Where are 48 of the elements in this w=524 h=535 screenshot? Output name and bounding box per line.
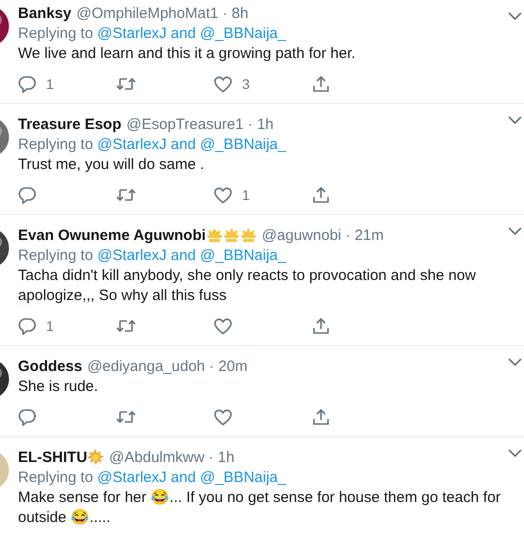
author-name[interactable]: Treasure Esop — [18, 116, 122, 132]
chevron-down-icon[interactable] — [508, 116, 522, 125]
chevron-down-icon[interactable] — [508, 12, 522, 21]
retweet-icon[interactable] — [116, 186, 136, 204]
share-icon[interactable] — [312, 186, 330, 204]
heart-icon[interactable] — [214, 408, 232, 426]
tweet-text: Make sense for her 😂... If you no get sense for house them go teach for outside 😂..... — [18, 488, 502, 528]
reply-count: 1 — [46, 76, 54, 92]
crown-icon — [206, 227, 223, 243]
share-icon[interactable] — [312, 317, 330, 335]
retweet-icon[interactable] — [116, 75, 136, 93]
handle-and-time: @OmphileMphoMat1 · 8h — [76, 4, 248, 22]
share-icon[interactable] — [312, 408, 330, 426]
chevron-down-icon[interactable] — [508, 449, 522, 458]
heart-icon[interactable] — [214, 318, 232, 334]
reply-icon[interactable] — [18, 75, 36, 93]
like-count: 3 — [242, 76, 250, 92]
reply-count: 1 — [46, 318, 54, 334]
crown-icon — [222, 227, 240, 243]
replying-label: Replying to — [18, 25, 94, 42]
author-name[interactable]: Banksy — [18, 4, 72, 22]
author-name[interactable]: EL-SHITU — [18, 448, 88, 466]
replying-label: Replying to — [18, 469, 94, 486]
retweet-icon[interactable] — [116, 408, 136, 426]
handle-and-time: @aguwnobi · 21m — [262, 226, 384, 244]
tweet-text: Tacha didn't kill anybody, she only reacts to provocation and she now apologize,,, So why all this fuss — [18, 266, 477, 306]
retweet-icon[interactable] — [116, 317, 136, 335]
handle-and-time: @Abdulmkww · 1h — [109, 448, 234, 466]
replying-label: Replying to — [18, 247, 94, 264]
handle-and-time: @EsopTreasure1 · 1h — [126, 116, 274, 132]
chevron-down-icon[interactable] — [508, 358, 522, 367]
sun-icon — [87, 448, 104, 466]
reply-icon[interactable] — [18, 186, 36, 204]
tweet-text: We live and learn and this it a growing path for her. — [18, 44, 356, 64]
tweet-text: Trust me, you will do same . — [18, 155, 206, 175]
heart-icon[interactable] — [214, 186, 232, 204]
reply-icon[interactable] — [18, 317, 36, 335]
like-count: 1 — [242, 187, 250, 203]
reply-icon[interactable] — [18, 408, 36, 426]
handle-and-time: @ediyanga_udoh · 20m — [87, 358, 248, 374]
replying-label: Replying to — [18, 136, 94, 153]
author-name[interactable]: Evan Owuneme Aguwnobi — [18, 226, 206, 244]
tweet-text: She is rude. — [18, 377, 100, 397]
chevron-down-icon[interactable] — [508, 227, 522, 236]
heart-icon[interactable] — [214, 76, 232, 92]
crown-icon — [240, 227, 257, 243]
author-name[interactable]: Goddess — [18, 358, 82, 374]
share-icon[interactable] — [312, 75, 330, 93]
